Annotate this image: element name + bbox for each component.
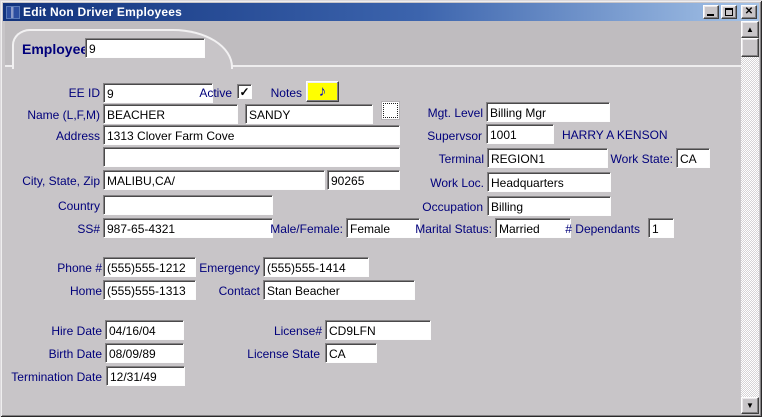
maximize-icon bbox=[725, 8, 733, 16]
music-note-icon: ♪ bbox=[319, 83, 327, 100]
contact-input[interactable] bbox=[263, 280, 415, 300]
ee-id-label: EE ID bbox=[40, 86, 100, 100]
marital-status-label: Marital Status: bbox=[410, 222, 492, 236]
hire-date-input[interactable] bbox=[105, 320, 184, 340]
address-line1-input[interactable] bbox=[103, 125, 400, 145]
scroll-up-button[interactable]: ▲ bbox=[741, 21, 759, 38]
minimize-button[interactable] bbox=[703, 5, 719, 19]
terminal-input[interactable] bbox=[487, 148, 608, 168]
scrollbar-thumb[interactable] bbox=[741, 38, 759, 57]
check-icon: ✓ bbox=[239, 85, 249, 99]
mgt-level-label: Mgt. Level bbox=[410, 106, 483, 120]
work-loc-label: Work Loc. bbox=[400, 176, 484, 190]
scroll-down-button[interactable]: ▼ bbox=[741, 397, 759, 414]
edit-non-driver-employees-window: Edit Non Driver Employees ✕ Employee EE … bbox=[0, 0, 762, 417]
first-name-input[interactable] bbox=[245, 104, 373, 124]
home-label: Home bbox=[40, 284, 102, 298]
city-state-zip-label: City, State, Zip bbox=[5, 174, 100, 188]
scroll-up-icon: ▲ bbox=[746, 25, 754, 34]
ssn-label: SS# bbox=[40, 222, 100, 236]
city-state-input[interactable] bbox=[103, 170, 325, 190]
work-loc-input[interactable] bbox=[487, 172, 611, 192]
country-label: Country bbox=[30, 199, 100, 213]
address-line2-input[interactable] bbox=[103, 147, 400, 167]
supervisor-label: Supervsor bbox=[400, 129, 482, 143]
license-label: License# bbox=[260, 324, 322, 338]
contact-label: Contact bbox=[200, 284, 260, 298]
gender-label: Male/Female: bbox=[255, 222, 343, 236]
supervisor-input[interactable] bbox=[486, 124, 554, 144]
ssn-input[interactable] bbox=[103, 218, 273, 238]
license-input[interactable] bbox=[325, 320, 431, 340]
phone-input[interactable] bbox=[103, 257, 196, 277]
termination-date-input[interactable] bbox=[106, 366, 185, 386]
notes-button[interactable]: ♪ bbox=[306, 81, 339, 102]
active-label: Active bbox=[180, 86, 232, 100]
work-state-label: Work State: bbox=[600, 152, 673, 166]
termination-date-label: Termination Date bbox=[0, 370, 102, 384]
birth-date-label: Birth Date bbox=[30, 347, 102, 361]
vertical-scrollbar[interactable]: ▲ ▼ bbox=[741, 21, 759, 414]
maximize-button[interactable] bbox=[721, 5, 737, 19]
last-name-input[interactable] bbox=[103, 104, 238, 124]
license-state-input[interactable] bbox=[325, 343, 377, 363]
phone-label: Phone # bbox=[30, 261, 102, 275]
birth-date-input[interactable] bbox=[105, 343, 184, 363]
occupation-label: Occupation bbox=[395, 200, 483, 214]
work-state-input[interactable] bbox=[676, 148, 710, 168]
minimize-icon bbox=[707, 14, 714, 16]
active-checkbox[interactable]: ✓ bbox=[237, 84, 252, 99]
middle-name-button[interactable] bbox=[381, 101, 400, 120]
emergency-input[interactable] bbox=[263, 257, 369, 277]
notes-label: Notes bbox=[260, 86, 302, 100]
zip-input[interactable] bbox=[327, 170, 400, 190]
occupation-input[interactable] bbox=[487, 196, 611, 216]
titlebar[interactable]: Edit Non Driver Employees ✕ bbox=[3, 3, 759, 21]
country-input[interactable] bbox=[103, 195, 273, 215]
home-input[interactable] bbox=[103, 280, 196, 300]
address-label: Address bbox=[30, 129, 100, 143]
dependants-input[interactable] bbox=[648, 218, 674, 238]
window-title: Edit Non Driver Employees bbox=[23, 5, 701, 19]
tab-employee-label: Employee bbox=[22, 41, 88, 57]
gender-input[interactable] bbox=[346, 218, 420, 238]
emergency-label: Emergency bbox=[195, 261, 260, 275]
mgt-level-input[interactable] bbox=[486, 102, 610, 122]
scroll-down-icon: ▼ bbox=[746, 401, 754, 410]
close-button[interactable]: ✕ bbox=[741, 5, 757, 19]
license-state-label: License State bbox=[240, 347, 320, 361]
employee-number-input[interactable] bbox=[85, 38, 205, 58]
terminal-label: Terminal bbox=[410, 152, 484, 166]
dependants-label: # Dependants bbox=[560, 222, 640, 236]
close-icon: ✕ bbox=[745, 7, 753, 17]
app-icon bbox=[6, 6, 20, 19]
name-label: Name (L,F,M) bbox=[10, 108, 100, 122]
hire-date-label: Hire Date bbox=[30, 324, 102, 338]
supervisor-name-text: HARRY A KENSON bbox=[562, 128, 668, 142]
